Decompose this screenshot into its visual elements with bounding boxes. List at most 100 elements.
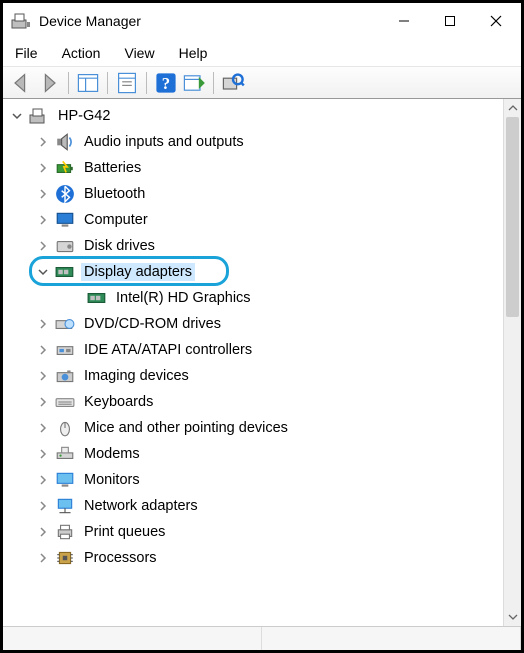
device-tree[interactable]: HP-G42 Audio inputs and outputs Batteries… [3,99,503,626]
tree-root-label: HP-G42 [55,107,113,125]
tree-item-label: Network adapters [81,497,201,515]
tree-item-label: Monitors [81,471,143,489]
cpu-icon [55,549,75,567]
printer-icon [55,523,75,541]
ide-icon [55,341,75,359]
speaker-icon [55,133,75,151]
menu-help[interactable]: Help [167,41,220,65]
display-card-icon [55,263,75,281]
chevron-right-icon[interactable] [35,368,51,384]
chevron-right-icon[interactable] [35,342,51,358]
tree-item[interactable]: Imaging devices [3,363,503,389]
tree-root[interactable]: HP-G42 [3,103,503,129]
tree-item-label: Display adapters [81,263,195,281]
forward-button[interactable] [37,71,61,95]
keyboard-icon [55,393,75,411]
menu-action[interactable]: Action [50,41,113,65]
chevron-right-icon[interactable] [35,524,51,540]
chevron-right-icon[interactable] [35,134,51,150]
tree-item[interactable]: Print queues [3,519,503,545]
toolbar-separator [146,72,147,94]
tree-item-label: Bluetooth [81,185,148,203]
tree-item[interactable]: Processors [3,545,503,571]
back-button[interactable] [9,71,33,95]
toolbar-separator [107,72,108,94]
tree-item-label: Print queues [81,523,168,541]
menu-view[interactable]: View [112,41,166,65]
tree-item[interactable]: Computer [3,207,503,233]
status-bar [3,626,521,650]
monitor-icon [55,471,75,489]
tree-item-label: Intel(R) HD Graphics [113,289,254,307]
scroll-thumb[interactable] [506,117,519,317]
chevron-right-icon[interactable] [35,238,51,254]
chevron-down-icon[interactable] [9,108,25,124]
tree-item-label: Batteries [81,159,144,177]
action-button[interactable] [182,71,206,95]
tree-item[interactable]: Audio inputs and outputs [3,129,503,155]
tree-item[interactable]: Intel(R) HD Graphics [3,285,503,311]
tree-item-label: DVD/CD-ROM drives [81,315,224,333]
tree-item-label: Mice and other pointing devices [81,419,291,437]
tree-item-label: Modems [81,445,143,463]
tree-item[interactable]: Display adapters [3,259,503,285]
chevron-right-icon[interactable] [35,446,51,462]
properties-button[interactable] [115,71,139,95]
chevron-right-icon[interactable] [35,212,51,228]
tree-item-label: Disk drives [81,237,158,255]
tree-item[interactable]: Monitors [3,467,503,493]
chevron-right-icon[interactable] [35,160,51,176]
scan-hardware-button[interactable] [221,71,245,95]
window-controls [381,6,519,36]
display-card-icon [87,289,107,307]
battery-icon [55,159,75,177]
tree-item[interactable]: Mice and other pointing devices [3,415,503,441]
maximize-button[interactable] [427,6,473,36]
help-button[interactable]: ? [154,71,178,95]
optical-icon [55,315,75,333]
chevron-right-icon[interactable] [35,472,51,488]
tree-item-label: Computer [81,211,151,229]
svg-text:?: ? [162,74,170,93]
mouse-icon [55,419,75,437]
bluetooth-icon [55,185,75,203]
tree-item-label: Imaging devices [81,367,192,385]
tree-item-label: Processors [81,549,160,567]
chevron-right-icon[interactable] [35,498,51,514]
minimize-button[interactable] [381,6,427,36]
menu-file[interactable]: File [11,41,50,65]
network-icon [55,497,75,515]
chevron-right-icon[interactable] [35,316,51,332]
disk-icon [55,237,75,255]
toolbar-separator [68,72,69,94]
menu-bar: File Action View Help [3,39,521,67]
tree-item[interactable]: IDE ATA/ATAPI controllers [3,337,503,363]
window-title: Device Manager [39,13,381,29]
vertical-scrollbar[interactable] [503,99,521,626]
tree-item[interactable]: Disk drives [3,233,503,259]
close-button[interactable] [473,6,519,36]
tree-area: HP-G42 Audio inputs and outputs Batteries… [3,99,521,626]
computer-icon [29,107,49,125]
tree-item[interactable]: Network adapters [3,493,503,519]
content-area: HP-G42 Audio inputs and outputs Batteries… [3,99,521,650]
toolbar: ? [3,67,521,99]
tree-item[interactable]: DVD/CD-ROM drives [3,311,503,337]
tree-item[interactable]: Keyboards [3,389,503,415]
chevron-right-icon[interactable] [35,420,51,436]
toolbar-separator [213,72,214,94]
chevron-right-icon[interactable] [35,394,51,410]
tree-item[interactable]: Batteries [3,155,503,181]
chevron-down-icon[interactable] [35,264,51,280]
app-icon [11,12,31,30]
chevron-right-icon[interactable] [35,550,51,566]
titlebar: Device Manager [3,3,521,39]
tree-item[interactable]: Bluetooth [3,181,503,207]
tree-item-label: IDE ATA/ATAPI controllers [81,341,255,359]
scroll-up-button[interactable] [504,99,521,117]
chevron-right-icon[interactable] [35,186,51,202]
tree-item-label: Keyboards [81,393,156,411]
scroll-down-button[interactable] [504,608,521,626]
tree-item[interactable]: Modems [3,441,503,467]
show-hide-console-tree-button[interactable] [76,71,100,95]
